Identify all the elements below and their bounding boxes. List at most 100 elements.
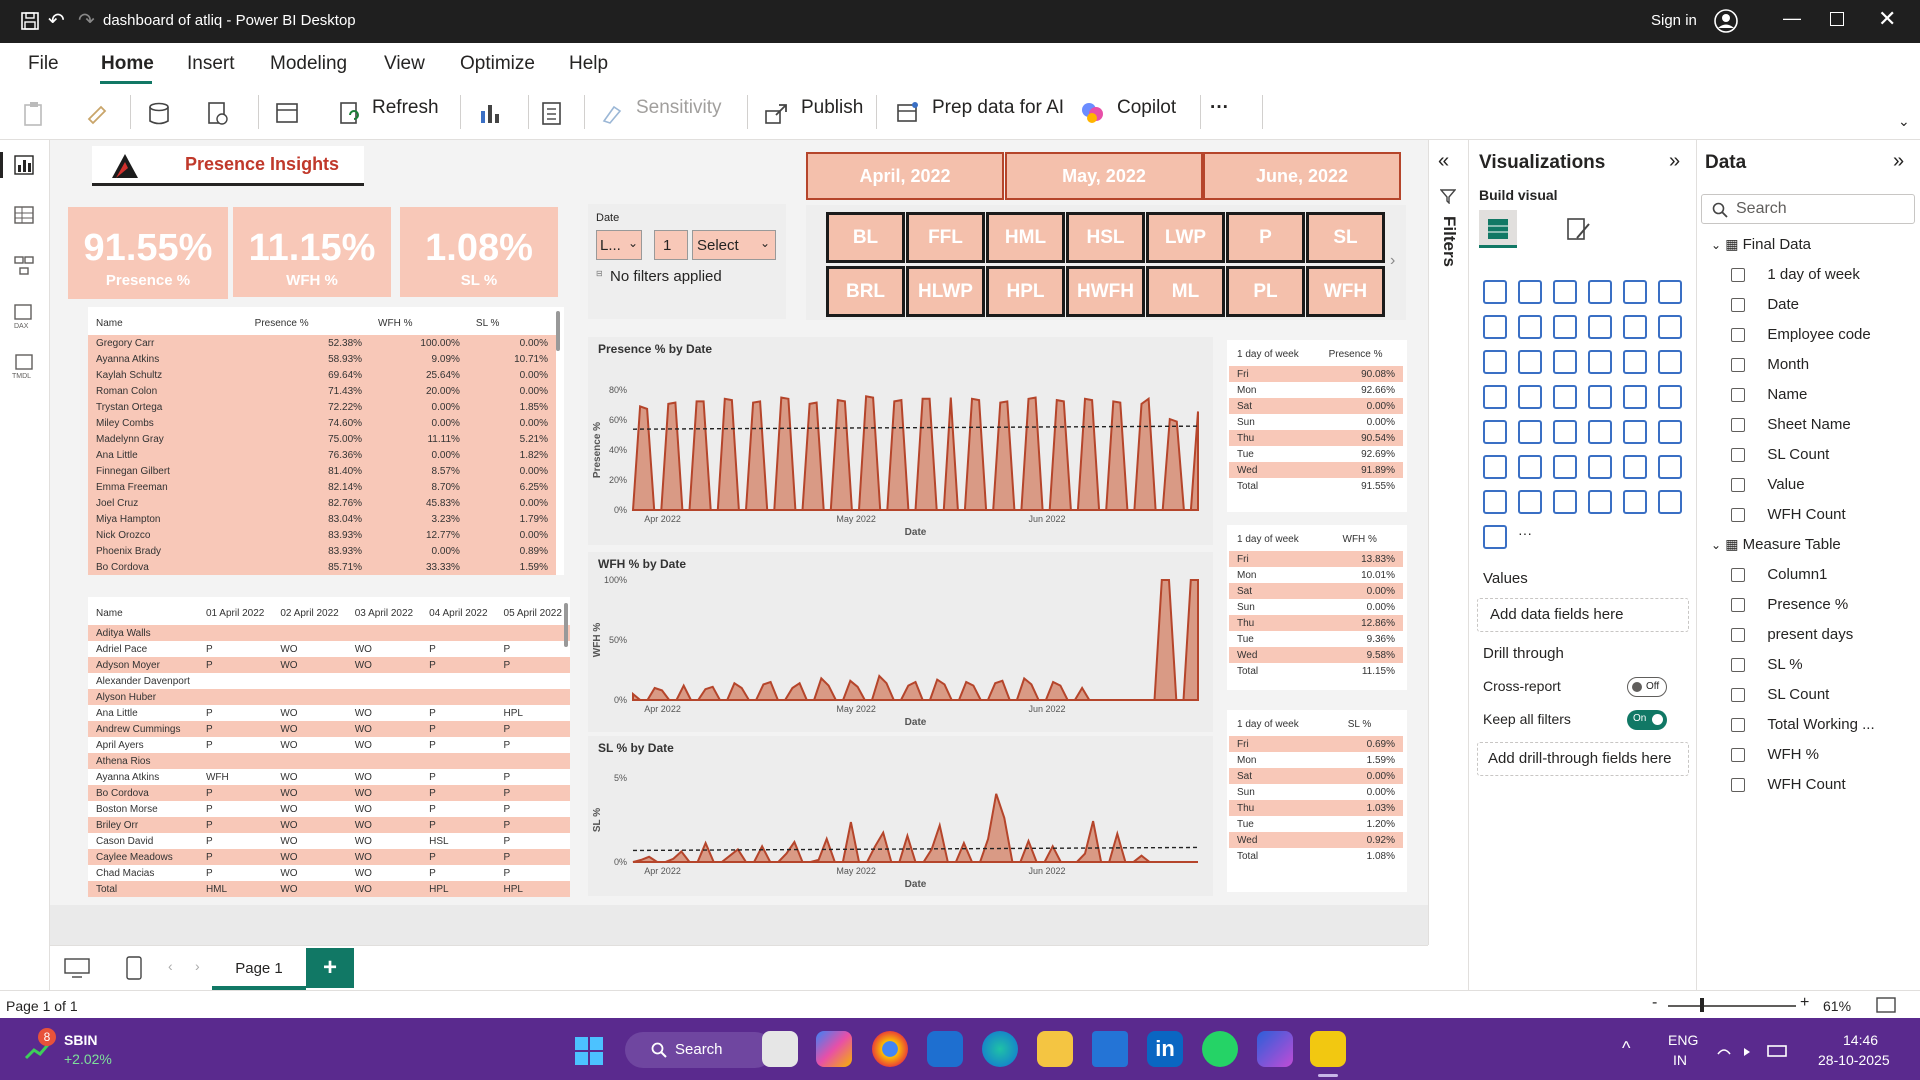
leave-type-button[interactable]: FFL — [906, 212, 985, 263]
chrome-icon[interactable] — [872, 1031, 908, 1067]
data-field[interactable]: Total Working ... — [1731, 716, 1875, 733]
table-row[interactable]: Tue 1.20% — [1229, 816, 1403, 832]
sl-chart[interactable]: SL % by Date 5% 0% Apr 2022 May 2022 Jun 202… — [588, 736, 1213, 896]
month-button-may[interactable]: May, 2022 — [1005, 152, 1203, 200]
table-row[interactable]: Gregory Carr 52.38% 100.00% 0.00% — [88, 335, 556, 351]
data-field[interactable]: WFH Count — [1731, 506, 1846, 523]
menu-help[interactable]: Help — [569, 53, 608, 75]
table-row[interactable]: Ayanna Atkins 58.93% 9.09% 10.71% — [88, 351, 556, 367]
power-bi-icon[interactable] — [1310, 1031, 1346, 1067]
data-field[interactable]: WFH % — [1731, 746, 1819, 763]
vpn-icon[interactable] — [1092, 1031, 1128, 1067]
keep-filters-toggle[interactable]: On — [1627, 710, 1667, 730]
field-checkbox[interactable] — [1731, 328, 1745, 343]
series-area[interactable] — [632, 793, 1198, 863]
table-row[interactable]: Phoenix Brady 83.93% 0.00% 0.89% — [88, 543, 556, 559]
column-header[interactable]: 1 day of week — [1229, 342, 1321, 366]
table-row[interactable]: Boston MorsePWOWOPPP — [88, 801, 570, 817]
table-row[interactable]: Sat 0.00% — [1229, 398, 1403, 414]
leave-type-button[interactable]: BL — [826, 212, 905, 263]
dow-presence-table[interactable]: 1 day of week Presence % Fri 90.08% Mon 92.66… — [1227, 340, 1407, 512]
system-tray-icons[interactable] — [1716, 1040, 1796, 1060]
table-row[interactable]: Joel Cruz 82.76% 45.83% 0.00% — [88, 495, 556, 511]
table-row[interactable]: Trystan Ortega 72.22% 0.00% 1.85% — [88, 399, 556, 415]
table-row[interactable]: Sat 0.00% — [1229, 583, 1403, 599]
table-row[interactable]: Roman Colon 71.43% 20.00% 0.00% — [88, 383, 556, 399]
sensitivity-icon[interactable] — [600, 101, 624, 125]
leave-type-button[interactable]: LWP — [1146, 212, 1225, 263]
leave-type-button[interactable]: WFH — [1306, 266, 1385, 317]
kpi-card-presence[interactable]: 91.55% Presence % — [68, 207, 228, 299]
values-drop-zone[interactable]: Add data fields here — [1477, 598, 1689, 632]
menu-modeling[interactable]: Modeling — [270, 53, 347, 75]
refresh-icon[interactable] — [338, 101, 362, 125]
visual-type-icon[interactable] — [1518, 350, 1542, 374]
visual-type-icon[interactable] — [1518, 280, 1542, 304]
table-row[interactable]: Sat 0.00% — [1229, 768, 1403, 784]
table-row[interactable]: Finnegan Gilbert 81.40% 8.57% 0.00% — [88, 463, 556, 479]
table-row[interactable]: Fri 13.83% — [1229, 551, 1403, 567]
refresh-button[interactable]: Refresh — [372, 97, 439, 119]
data-field[interactable]: Value — [1731, 476, 1805, 493]
table-scrollbar[interactable] — [556, 311, 560, 351]
table-row[interactable]: Wed 91.89% — [1229, 462, 1403, 478]
visual-type-icon[interactable] — [1623, 385, 1647, 409]
visual-type-icon[interactable] — [1518, 455, 1542, 479]
task-view-icon[interactable] — [762, 1031, 798, 1067]
field-checkbox[interactable] — [1731, 388, 1745, 403]
page-tab-1[interactable]: Page 1 — [212, 946, 306, 990]
collapse-viz-icon[interactable]: » — [1669, 150, 1680, 173]
dow-sl-table[interactable]: 1 day of week SL % Fri 0.69% Mon 1.59% Sat 0.00… — [1227, 710, 1407, 892]
column-header[interactable]: Presence % — [1321, 342, 1403, 366]
table-row[interactable]: Mon 1.59% — [1229, 752, 1403, 768]
column-header[interactable]: Presence % — [247, 311, 370, 335]
table-row[interactable]: Aditya Walls — [88, 625, 570, 641]
table-row[interactable]: Miya Hampton 83.04% 3.23% 1.79% — [88, 511, 556, 527]
visual-type-icon[interactable] — [1658, 455, 1682, 479]
series-area[interactable] — [632, 579, 1199, 701]
column-header[interactable]: Name — [88, 311, 247, 335]
slicer-dropdown-level[interactable]: L... ⌄ — [596, 230, 642, 260]
model-view-icon[interactable] — [13, 254, 35, 276]
table-row[interactable]: Briley OrrPWOWOPPP — [88, 817, 570, 833]
table-row[interactable]: Alexander Davenport — [88, 673, 570, 689]
table-row[interactable]: Athena Rios — [88, 753, 570, 769]
prep-data-icon[interactable] — [896, 101, 920, 125]
visual-type-icon[interactable] — [1588, 280, 1612, 304]
table-row[interactable]: Tue 92.69% — [1229, 446, 1403, 462]
field-checkbox[interactable] — [1731, 418, 1745, 433]
visual-type-icon[interactable] — [1588, 385, 1612, 409]
visual-type-icon[interactable] — [1553, 350, 1577, 374]
menu-view[interactable]: View — [384, 53, 425, 75]
chevron-down-icon[interactable]: ⌄ — [1711, 238, 1721, 252]
field-checkbox[interactable] — [1731, 628, 1745, 643]
new-visual-icon[interactable] — [478, 101, 504, 127]
maximize-button[interactable] — [1830, 12, 1844, 26]
publish-button[interactable]: Publish — [801, 97, 863, 119]
leave-type-button[interactable]: BRL — [826, 266, 905, 317]
visual-type-icon[interactable] — [1658, 350, 1682, 374]
visual-type-icon[interactable] — [1483, 280, 1507, 304]
data-field[interactable]: Presence % — [1731, 596, 1848, 613]
account-icon[interactable] — [1714, 9, 1738, 33]
table-view-icon[interactable] — [13, 204, 35, 226]
scroll-right-icon[interactable]: › — [1390, 252, 1395, 270]
visual-type-icon[interactable] — [1483, 420, 1507, 444]
leave-type-button[interactable]: ML — [1146, 266, 1225, 317]
field-checkbox[interactable] — [1731, 598, 1745, 613]
field-checkbox[interactable] — [1731, 688, 1745, 703]
visual-type-icon[interactable] — [1588, 350, 1612, 374]
more-options-button[interactable]: ··· — [1210, 97, 1229, 119]
table-row[interactable]: Thu 12.86% — [1229, 615, 1403, 631]
prev-page-icon[interactable]: ‹ — [168, 958, 173, 974]
wfh-chart[interactable]: WFH % by Date 100% 50% 0% Apr 2022 May 2022 J… — [588, 552, 1213, 732]
mobile-layout-icon[interactable] — [126, 956, 142, 980]
show-hidden-icons[interactable]: ^ — [1622, 1038, 1630, 1059]
visual-type-icon[interactable] — [1658, 490, 1682, 514]
build-visual-tab[interactable] — [1479, 210, 1517, 248]
field-checkbox[interactable] — [1731, 718, 1745, 733]
menu-insert[interactable]: Insert — [187, 53, 235, 75]
copilot-icon[interactable] — [1080, 100, 1106, 126]
leave-type-button[interactable]: PL — [1226, 266, 1305, 317]
visual-type-icon[interactable] — [1658, 420, 1682, 444]
